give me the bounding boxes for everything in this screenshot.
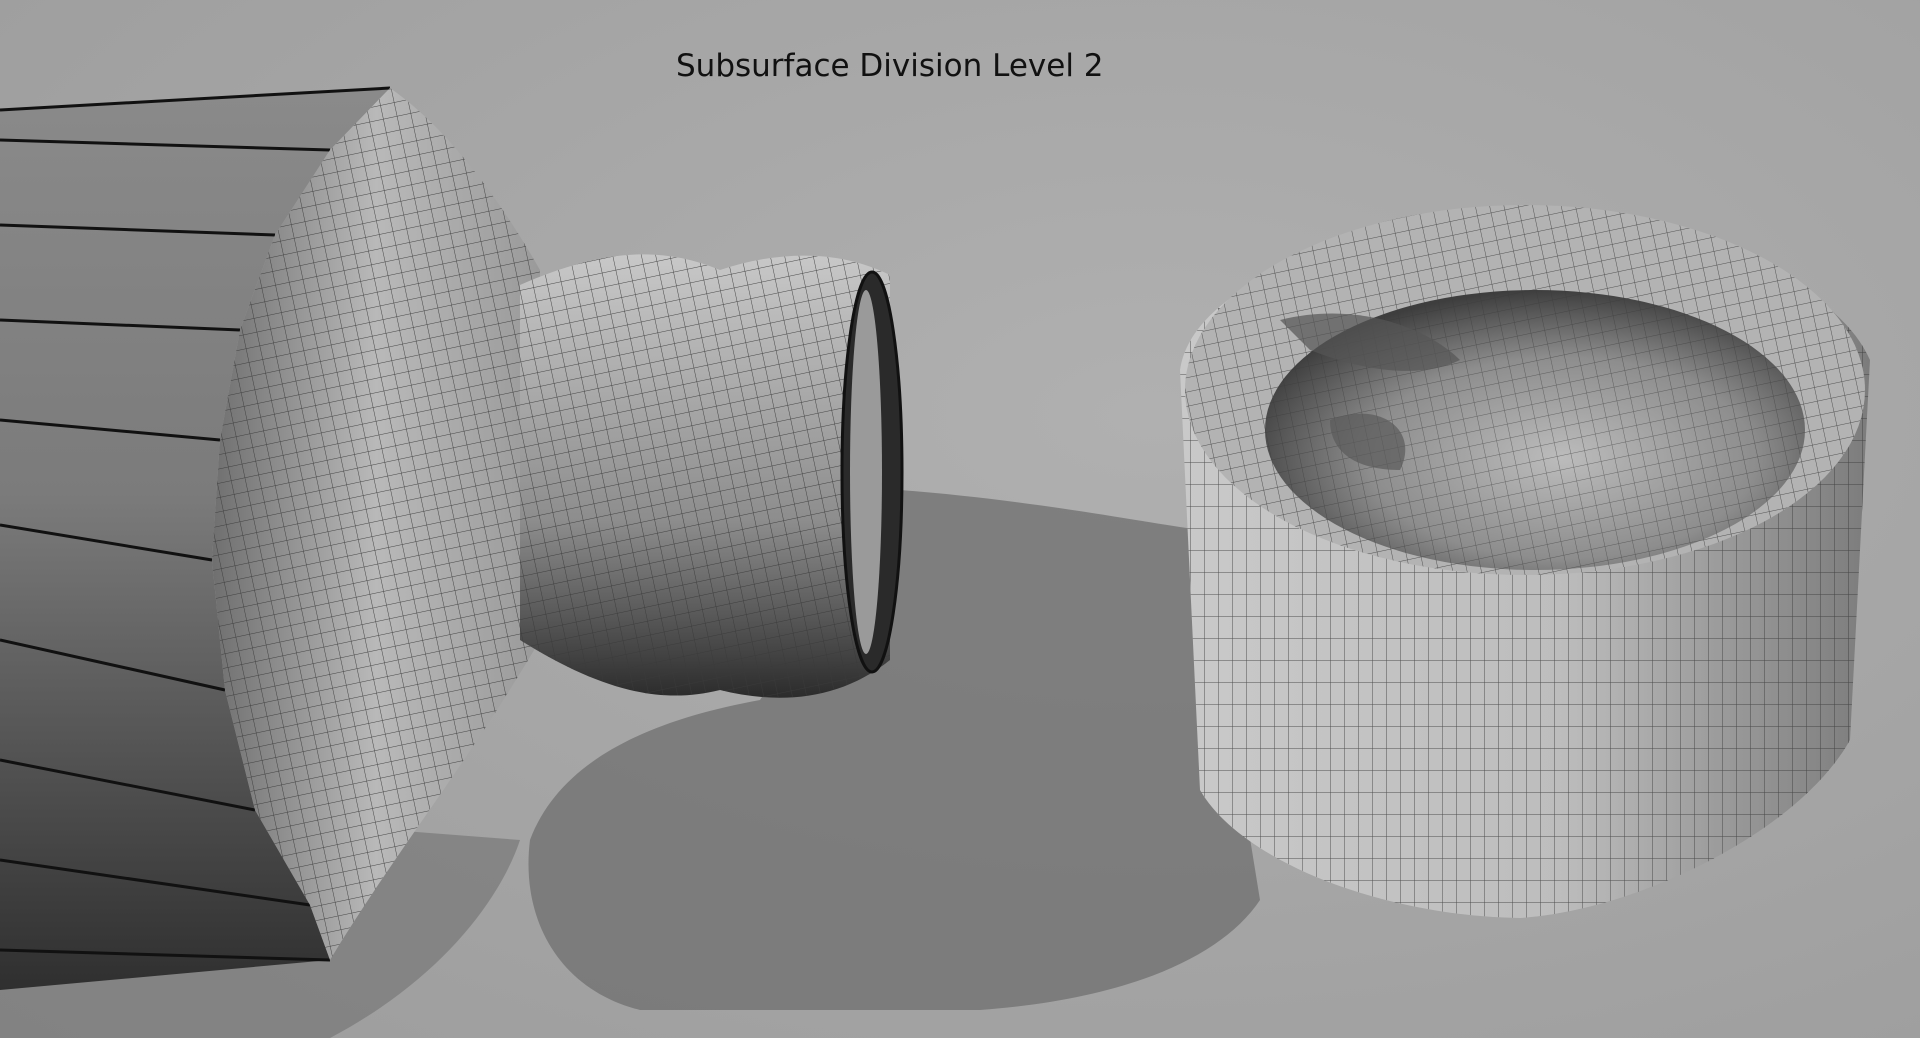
render-caption: Subsurface Division Level 2 [676,48,1104,84]
render-viewport: Subsurface Division Level 2 [0,0,1920,1038]
render-scene [0,86,1870,1038]
